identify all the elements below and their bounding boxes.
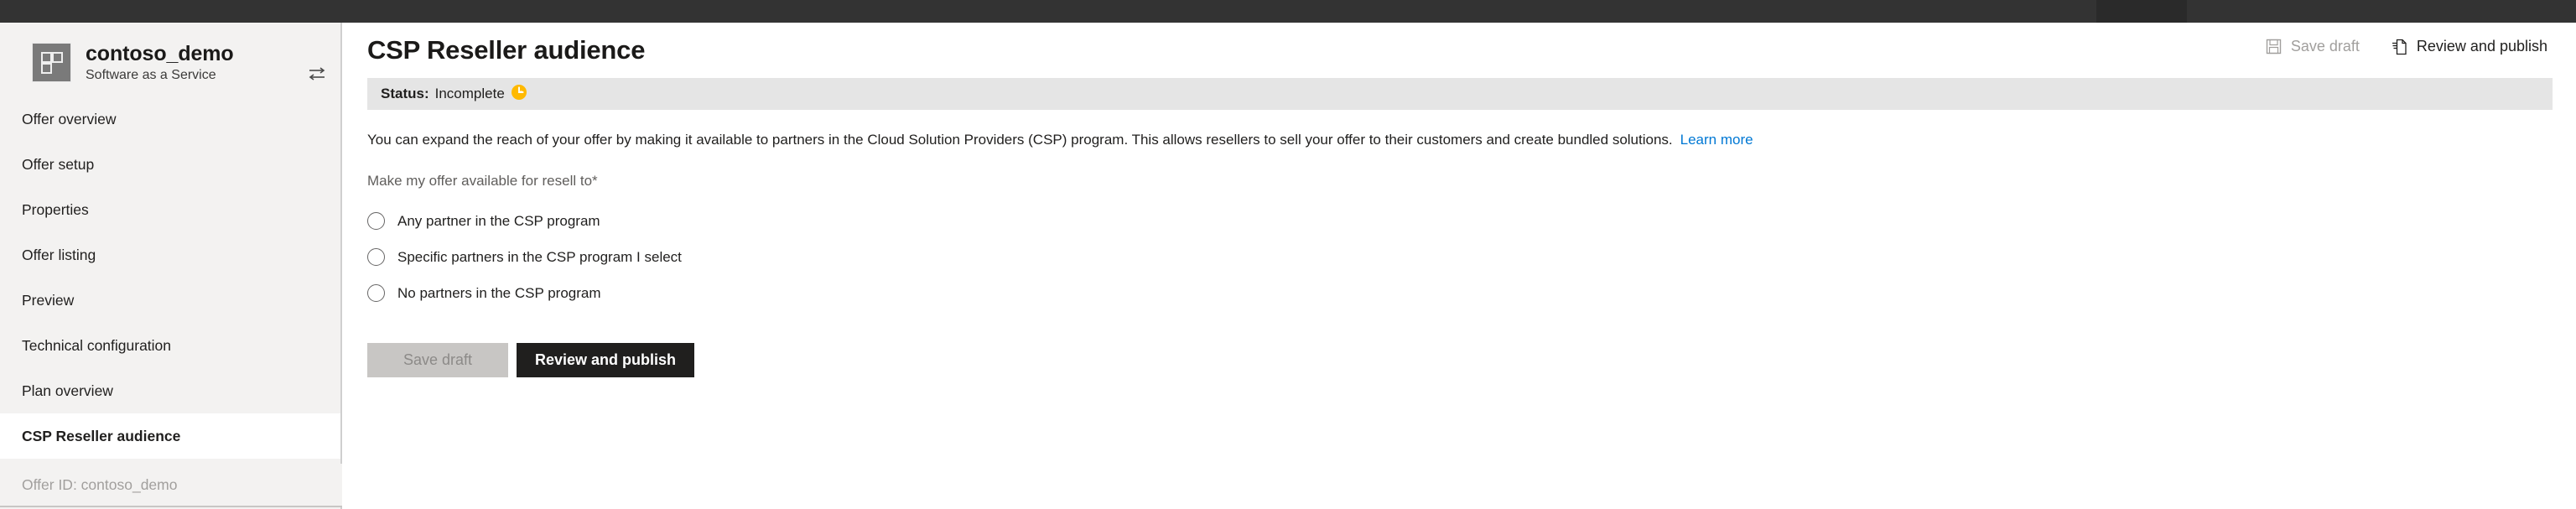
- resell-audience-radio-group: Any partner in the CSP program Specific …: [367, 203, 2576, 311]
- sidebar-item-offer-setup[interactable]: Offer setup: [0, 142, 340, 187]
- publish-document-icon: [2392, 39, 2407, 55]
- chrome-tab-segment: [2096, 0, 2187, 23]
- radio-circle-icon[interactable]: [367, 248, 385, 267]
- radio-option-no-partners[interactable]: No partners in the CSP program: [367, 275, 2576, 311]
- sidebar-item-technical-configuration[interactable]: Technical configuration: [0, 323, 340, 368]
- radio-option-any-partner[interactable]: Any partner in the CSP program: [367, 203, 2576, 239]
- main-content: CSP Reseller audience Save draft Review …: [344, 23, 2576, 509]
- save-draft-button[interactable]: Save draft: [367, 343, 508, 378]
- required-marker: *: [592, 173, 598, 190]
- form-action-buttons: Save draft Review and publish: [367, 343, 2576, 378]
- app-window: contoso_demo Software as a Service Offer…: [0, 0, 2576, 509]
- command-bar: Save draft Review and publish: [2264, 34, 2549, 59]
- radio-option-specific-partners[interactable]: Specific partners in the CSP program I s…: [367, 239, 2576, 275]
- switch-offer-icon[interactable]: [306, 63, 328, 85]
- sidebar-item-label: Plan overview: [22, 382, 113, 399]
- description-paragraph: You can expand the reach of your offer b…: [367, 131, 2553, 149]
- browser-chrome-bar: [0, 0, 2576, 23]
- sidebar-item-label: Offer setup: [22, 155, 95, 173]
- save-floppy-icon: [2266, 39, 2282, 55]
- save-draft-label: Save draft: [2290, 38, 2360, 55]
- radio-option-label: Any partner in the CSP program: [397, 212, 600, 229]
- sidebar-item-offer-listing[interactable]: Offer listing: [0, 232, 340, 278]
- page-header: CSP Reseller audience Save draft Review …: [344, 23, 2576, 78]
- save-draft-command[interactable]: Save draft: [2264, 34, 2361, 59]
- sidebar-item-preview[interactable]: Preview: [0, 278, 340, 323]
- offer-id-footer: Offer ID: contoso_demo: [0, 464, 342, 507]
- sidebar-item-label: Preview: [22, 291, 75, 309]
- sidebar-item-csp-reseller-audience[interactable]: CSP Reseller audience: [0, 413, 340, 459]
- incomplete-clock-icon: [511, 84, 527, 105]
- offer-name: contoso_demo: [86, 41, 234, 65]
- sidebar-item-label: Properties: [22, 200, 89, 218]
- sidebar-item-label: Offer overview: [22, 110, 117, 127]
- offer-type: Software as a Service: [86, 67, 216, 82]
- description-text: You can expand the reach of your offer b…: [367, 132, 1673, 148]
- radio-option-label: No partners in the CSP program: [397, 284, 601, 301]
- learn-more-link[interactable]: Learn more: [1680, 132, 1753, 148]
- sidebar-nav: Offer overview Offer setup Properties Of…: [0, 96, 340, 459]
- radio-circle-icon[interactable]: [367, 284, 385, 303]
- sidebar-item-label: Offer listing: [22, 246, 96, 263]
- review-and-publish-button[interactable]: Review and publish: [517, 343, 695, 378]
- review-and-publish-label: Review and publish: [2416, 38, 2547, 55]
- sidebar-item-properties[interactable]: Properties: [0, 187, 340, 232]
- resell-field-label-text: Make my offer available for resell to: [367, 173, 593, 190]
- sidebar-item-label: Technical configuration: [22, 336, 172, 354]
- offer-sidebar: contoso_demo Software as a Service Offer…: [0, 23, 342, 509]
- saas-grid-icon: [32, 43, 71, 82]
- review-and-publish-command[interactable]: Review and publish: [2390, 34, 2549, 59]
- offer-header: contoso_demo Software as a Service: [0, 23, 340, 88]
- status-value: Incomplete: [434, 86, 505, 101]
- status-label: Status:: [381, 86, 429, 101]
- sidebar-item-label: CSP Reseller audience: [22, 427, 181, 444]
- resell-field-label: Make my offer available for resell to*: [367, 173, 2553, 190]
- sidebar-item-plan-overview[interactable]: Plan overview: [0, 368, 340, 413]
- radio-circle-icon[interactable]: [367, 212, 385, 231]
- offer-id-text: Offer ID: contoso_demo: [22, 475, 178, 493]
- sidebar-item-offer-overview[interactable]: Offer overview: [0, 96, 340, 142]
- status-badge: Status: Incomplete: [367, 78, 2553, 110]
- page-title: CSP Reseller audience: [367, 35, 646, 65]
- radio-option-label: Specific partners in the CSP program I s…: [397, 248, 682, 265]
